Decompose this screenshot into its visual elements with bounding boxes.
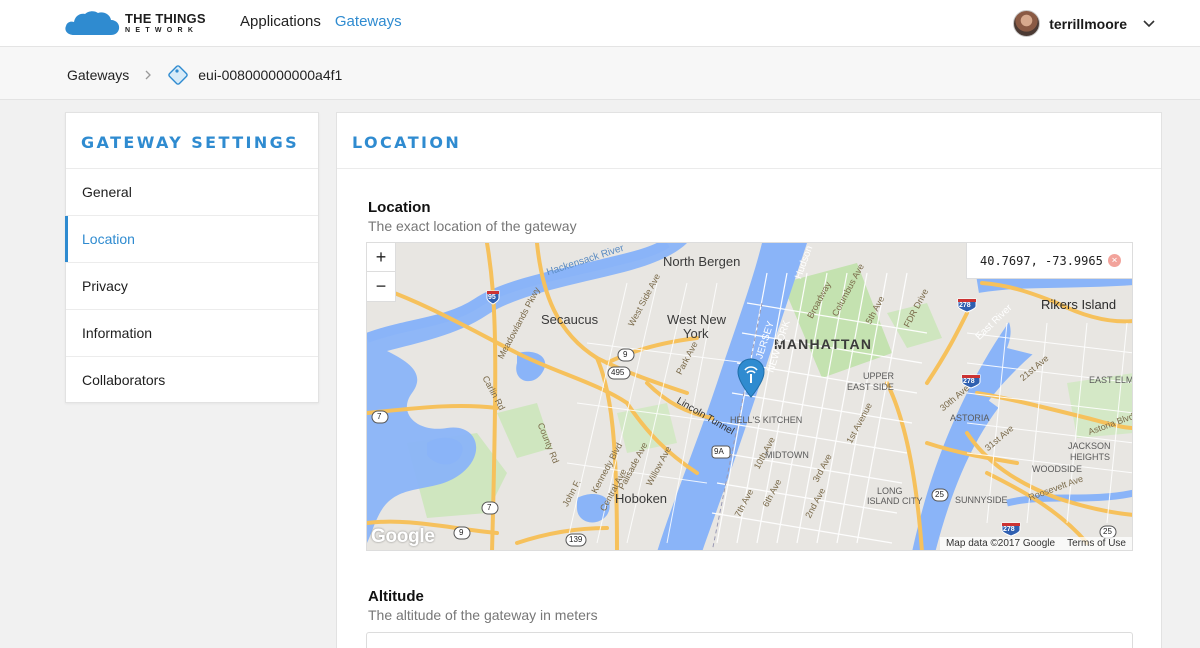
gateway-diamond-icon — [168, 65, 189, 85]
map-label-manhattan: MANHATTAN — [774, 336, 873, 352]
sidebar-item-location[interactable]: Location — [65, 216, 318, 263]
map-label-jackson: JACKSON — [1068, 441, 1111, 451]
shield-label-278-b: 278 — [963, 378, 975, 385]
sidebar-item-privacy[interactable]: Privacy — [66, 263, 318, 310]
gateway-pin-icon[interactable] — [737, 358, 765, 398]
nav-applications[interactable]: Applications — [240, 13, 321, 30]
map-zoom-control: + − — [367, 243, 396, 302]
terms-of-use-link[interactable]: Terms of Use — [1067, 538, 1126, 549]
shield-label-25-a: 25 — [935, 490, 944, 499]
zoom-in-button[interactable]: + — [367, 243, 395, 272]
map-label-rikers: Rikers Island — [1041, 297, 1117, 312]
breadcrumb-bar: Gateways eui-008000000000a4f1 — [0, 47, 1200, 100]
nav-gateways[interactable]: Gateways — [335, 13, 402, 30]
coordinates-display[interactable]: 40.7697, -73.9965 × — [966, 243, 1132, 279]
altitude-input[interactable] — [366, 632, 1133, 648]
location-description: The exact location of the gateway — [368, 218, 577, 234]
shield-label-139: 139 — [569, 535, 583, 544]
map-label-sunnyside: SUNNYSIDE — [955, 495, 1008, 505]
map-label-east-side: EAST SIDE — [847, 382, 894, 392]
sidebar-item-information[interactable]: Information — [66, 310, 318, 357]
breadcrumb-current-gateway: eui-008000000000a4f1 — [198, 67, 343, 83]
map-label-york: York — [683, 326, 709, 341]
gateway-settings-sidebar: GATEWAY SETTINGS General Location Privac… — [65, 112, 319, 403]
shield-label-25-b: 25 — [1103, 527, 1112, 536]
cloud-icon — [65, 11, 120, 35]
altitude-description: The altitude of the gateway in meters — [368, 607, 598, 623]
username: terrillmoore — [1049, 15, 1127, 32]
map-label-astoria: ASTORIA — [950, 413, 990, 423]
chevron-right-icon — [145, 70, 152, 80]
map-data-credit: Map data ©2017 Google — [945, 538, 1056, 549]
map-label-hells-kitchen: HELL'S KITCHEN — [730, 415, 803, 425]
chevron-down-icon[interactable] — [1142, 17, 1156, 31]
top-navigation: THE THINGS NETWORK Applications Gateways… — [0, 0, 1200, 47]
breadcrumb: Gateways eui-008000000000a4f1 — [67, 63, 342, 87]
zoom-out-button[interactable]: − — [367, 272, 395, 301]
map-label-woodside: WOODSIDE — [1032, 464, 1083, 474]
location-label: Location — [368, 199, 431, 216]
shield-label-9a: 9A — [714, 447, 724, 456]
coordinates-value: 40.7697, -73.9965 — [980, 253, 1103, 268]
shield-label-495: 495 — [611, 368, 625, 377]
brand-line-2: NETWORK — [125, 27, 199, 34]
map-label-north-bergen: North Bergen — [663, 254, 741, 269]
panel-title: LOCATION — [337, 113, 1161, 169]
sidebar-item-general[interactable]: General — [66, 169, 318, 216]
user-menu[interactable]: terrillmoore — [1013, 10, 1156, 37]
shield-label-9: 9 — [623, 350, 628, 359]
shield-label-278-a: 278 — [959, 302, 971, 309]
main-nav: Applications Gateways — [240, 13, 402, 30]
map-label-heights: HEIGHTS — [1070, 452, 1111, 462]
shield-label-278-c: 278 — [1003, 526, 1015, 533]
google-logo: Google — [371, 526, 435, 547]
shield-label-95: 95 — [488, 294, 496, 301]
location-panel: LOCATION Location The exact location of … — [336, 112, 1162, 648]
brand-line-1: THE THINGS — [125, 11, 206, 26]
map-label-hoboken: Hoboken — [615, 491, 668, 506]
map-label-upper: UPPER — [863, 371, 895, 381]
shield-label-7: 7 — [377, 412, 382, 421]
shield-label-9-b: 9 — [459, 528, 464, 537]
sidebar-item-collaborators[interactable]: Collaborators — [66, 357, 318, 404]
shield-label-7-b: 7 — [487, 503, 492, 512]
map-attribution: Map data ©2017 Google Terms of Use — [939, 537, 1132, 550]
altitude-label: Altitude — [368, 588, 424, 605]
location-map[interactable]: North Bergen Secaucus West New York MANH… — [366, 242, 1133, 551]
map-label-island-city: ISLAND CITY — [867, 496, 923, 506]
close-circle-icon[interactable]: × — [1108, 254, 1121, 267]
map-label-midtown: MIDTOWN — [765, 450, 809, 460]
map-label-east-elmhurst: EAST ELMI — [1089, 375, 1133, 385]
brand-wordmark: THE THINGS NETWORK — [125, 12, 206, 34]
map-label-west-new-york: West New — [667, 312, 726, 327]
brand-logo[interactable]: THE THINGS NETWORK — [64, 8, 206, 38]
map-label-long: LONG — [877, 486, 903, 496]
map-label-secaucus: Secaucus — [541, 312, 599, 327]
breadcrumb-gateways[interactable]: Gateways — [67, 67, 129, 83]
avatar[interactable] — [1013, 10, 1041, 37]
sidebar-title: GATEWAY SETTINGS — [66, 113, 318, 169]
